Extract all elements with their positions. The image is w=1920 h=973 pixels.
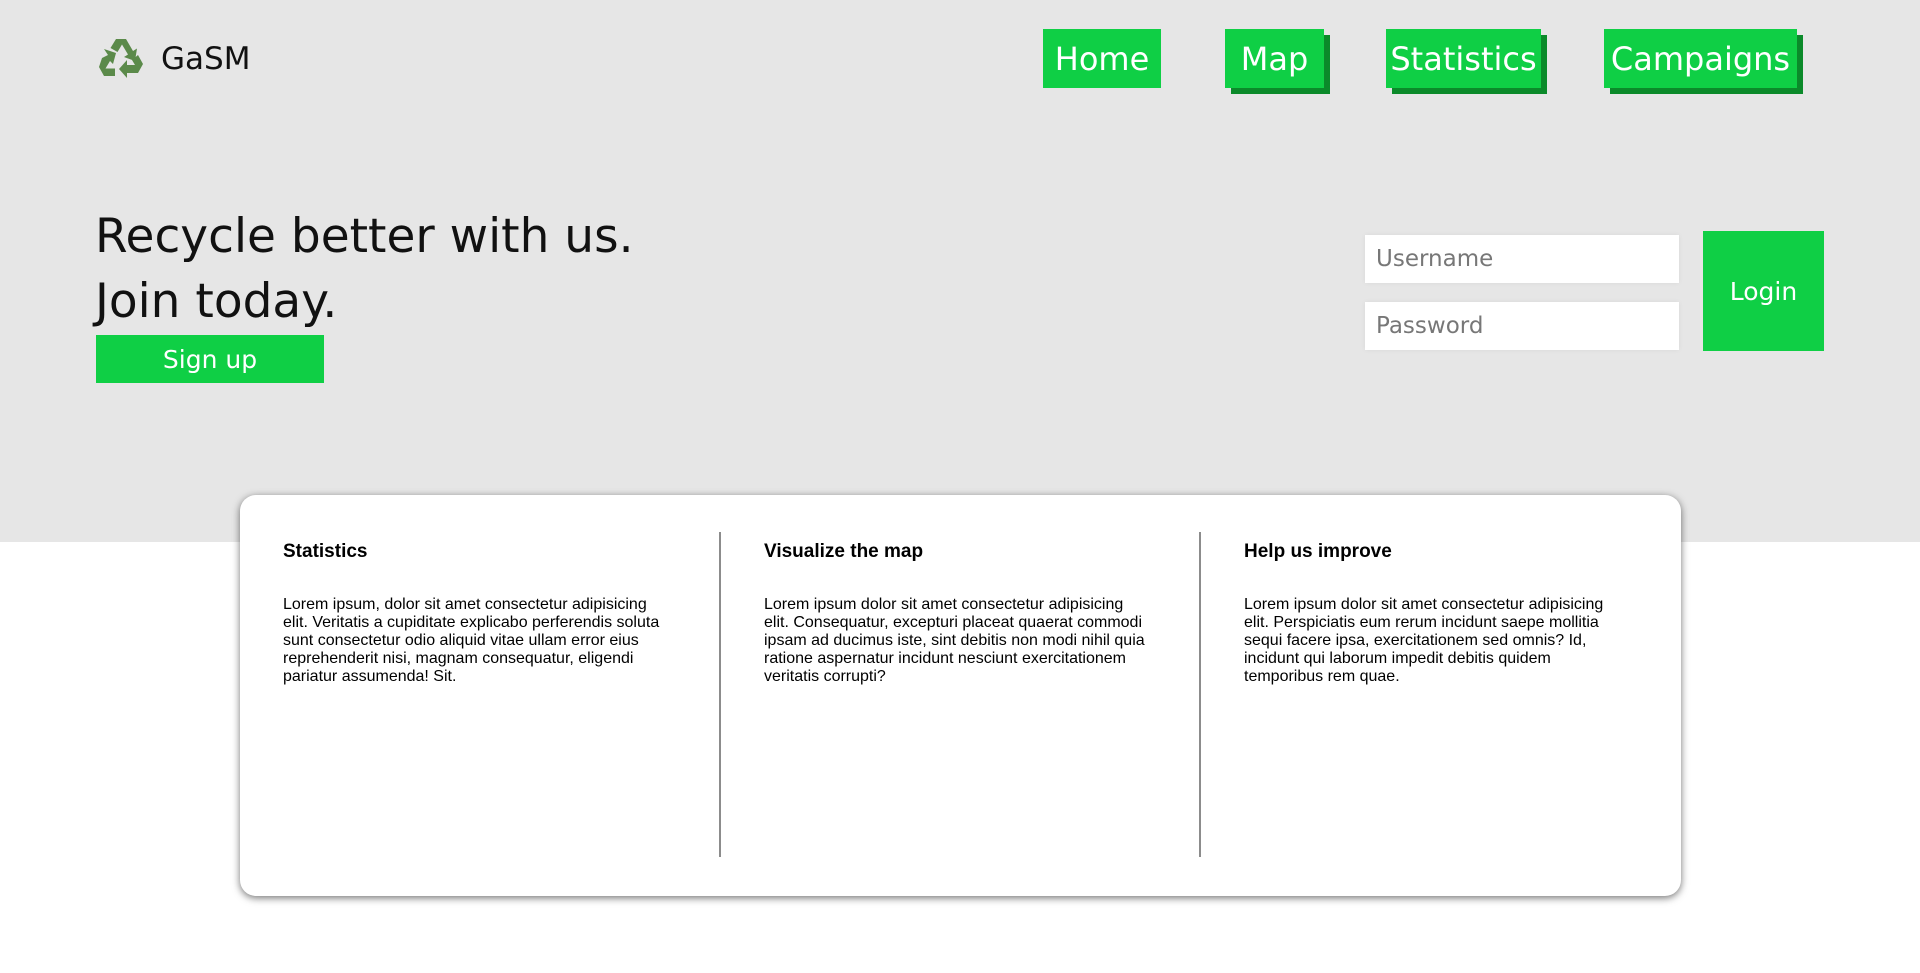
feature-improve: Help us improve Lorem ipsum dolor sit am…	[1244, 541, 1628, 686]
hero-line-1: Recycle better with us.	[95, 209, 634, 264]
nav-map[interactable]: Map	[1225, 29, 1324, 88]
nav-campaigns[interactable]: Campaigns	[1604, 29, 1797, 88]
recycle-icon	[99, 39, 143, 78]
brand-name: GaSM	[161, 41, 251, 77]
nav-home[interactable]: Home	[1043, 29, 1161, 88]
features-card: Statistics Lorem ipsum, dolor sit amet c…	[240, 495, 1681, 896]
password-input[interactable]	[1365, 302, 1679, 350]
signup-button[interactable]: Sign up	[96, 335, 324, 383]
feature-title: Statistics	[283, 541, 368, 562]
feature-map: Visualize the map Lorem ipsum dolor sit …	[764, 541, 1148, 686]
hero-line-2: Join today.	[95, 274, 338, 329]
nav-statistics[interactable]: Statistics	[1386, 29, 1541, 88]
hero-section: GaSM Home Map Statistics Campaigns Recyc…	[0, 0, 1920, 542]
feature-title: Help us improve	[1244, 541, 1392, 562]
feature-statistics: Statistics Lorem ipsum, dolor sit amet c…	[283, 541, 667, 686]
column-divider	[719, 532, 721, 857]
hero-headline: Recycle better with us. Join today.	[95, 204, 634, 334]
login-button[interactable]: Login	[1703, 231, 1824, 351]
feature-title: Visualize the map	[764, 541, 924, 562]
feature-text: Lorem ipsum dolor sit amet consectetur a…	[1244, 596, 1604, 685]
brand-logo[interactable]: GaSM	[95, 33, 250, 85]
feature-text: Lorem ipsum dolor sit amet consectetur a…	[764, 596, 1145, 685]
column-divider	[1199, 532, 1201, 857]
username-input[interactable]	[1365, 235, 1679, 283]
feature-text: Lorem ipsum, dolor sit amet consectetur …	[283, 596, 660, 685]
